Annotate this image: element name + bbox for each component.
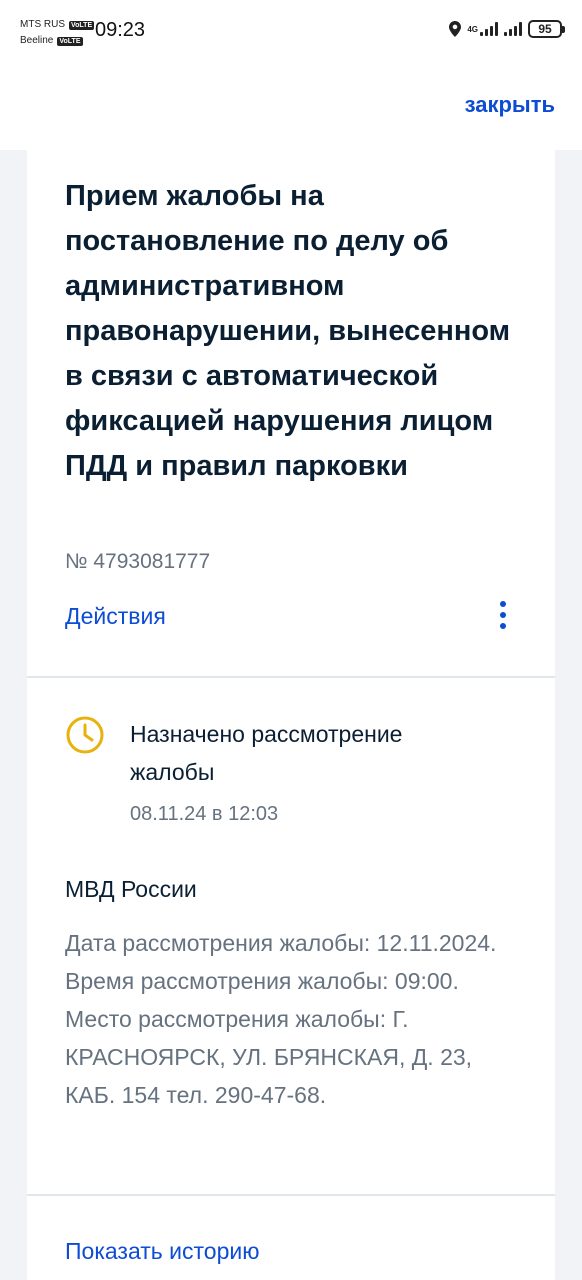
- network-type-label: 4G: [467, 24, 478, 34]
- status-icons: 4G 95: [449, 20, 565, 38]
- signal-icon: [480, 22, 498, 36]
- application-card: Прием жалобы на постановление по делу об…: [27, 150, 555, 1280]
- status-bar: MTS RUS VoLTE Beeline VoLTE 09:23 4G 95: [0, 0, 582, 64]
- carrier-info: MTS RUS VoLTE Beeline VoLTE: [20, 17, 95, 49]
- top-header: закрыть: [0, 64, 582, 150]
- close-button[interactable]: закрыть: [465, 92, 555, 118]
- signal-icon: [504, 22, 522, 36]
- carrier-1-label: MTS RUS: [20, 19, 65, 30]
- status-details: Дата рассмотрения жалобы: 12.11.2024. Вр…: [65, 930, 497, 1108]
- organization-name: МВД России: [65, 876, 197, 902]
- divider: [27, 676, 555, 678]
- clock-icon: [66, 716, 104, 754]
- divider: [27, 1194, 555, 1196]
- page-title: Прием жалобы на постановление по делу об…: [65, 180, 511, 482]
- carrier-2-label: Beeline: [20, 35, 54, 46]
- location-icon: [449, 21, 462, 37]
- status-time: 09:23: [95, 19, 146, 41]
- status-title: Назначено рассмотрение жалобы: [130, 721, 403, 785]
- status-date: 08.11.24 в 12:03: [130, 803, 279, 825]
- actions-link[interactable]: Действия: [65, 603, 166, 630]
- more-options-icon[interactable]: [495, 601, 511, 633]
- application-number: № 4793081777: [65, 550, 211, 573]
- volte-badge: VoLTE: [69, 20, 95, 30]
- battery-icon: 95: [528, 20, 565, 38]
- volte-badge: VoLTE: [57, 36, 83, 46]
- show-history-link[interactable]: Показать историю: [65, 1238, 259, 1265]
